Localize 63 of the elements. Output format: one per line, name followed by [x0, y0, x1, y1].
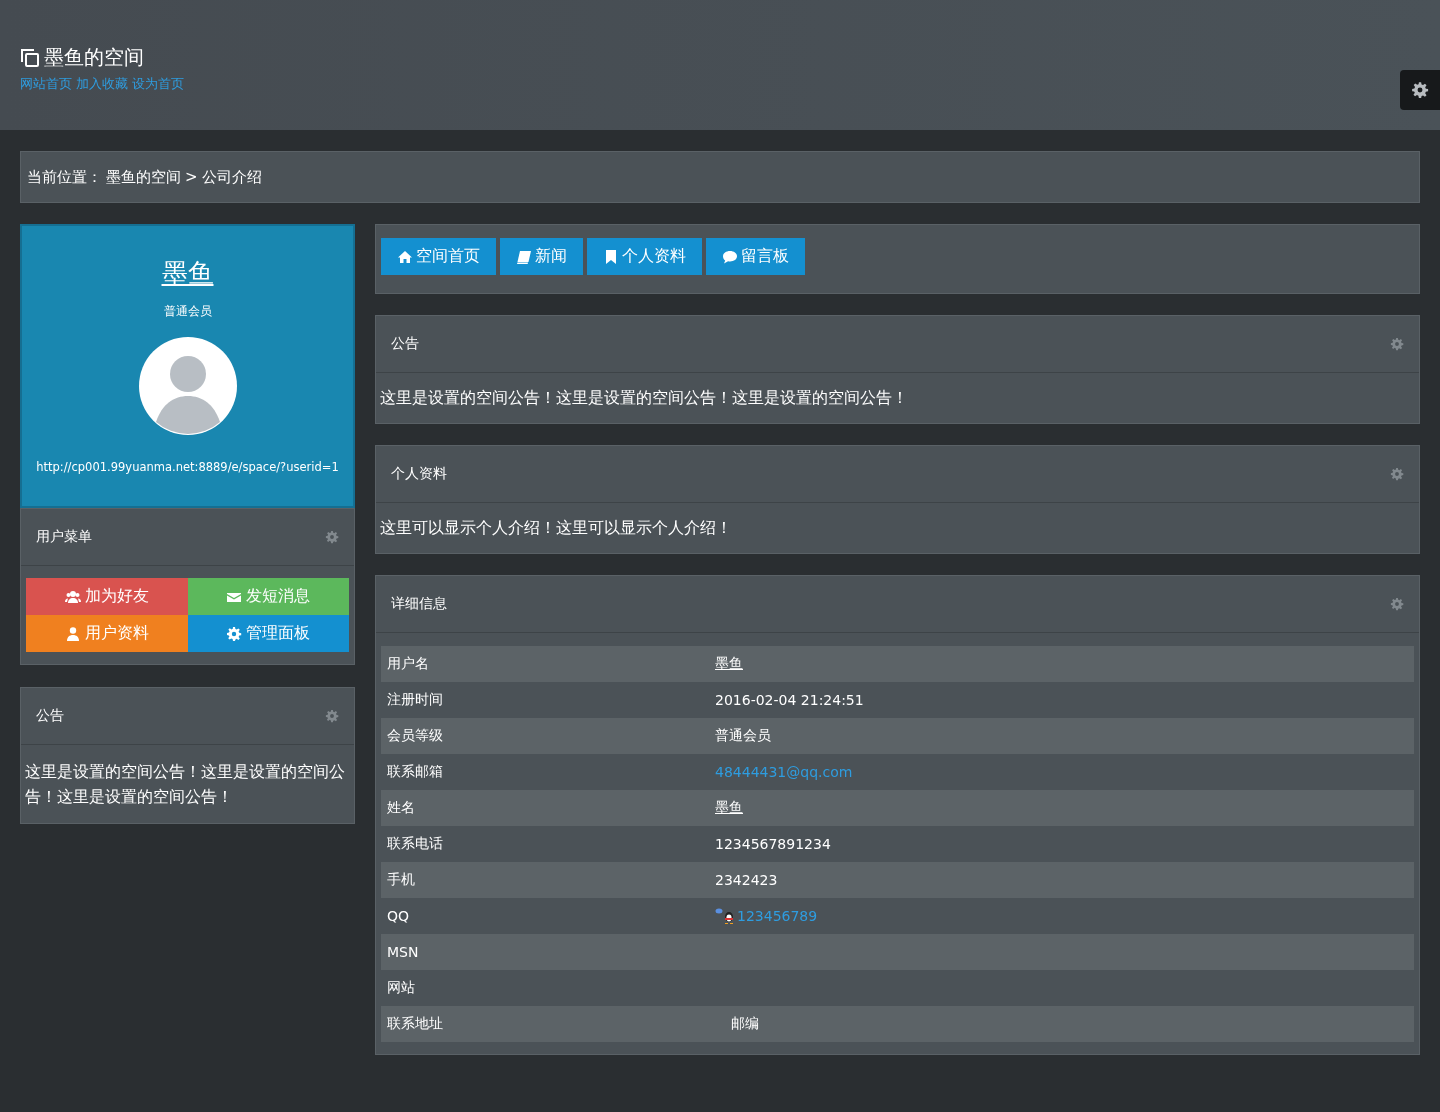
- bookmark-icon: [603, 248, 619, 265]
- row-label: 注册时间: [386, 691, 444, 709]
- panel-text: 这里是设置的空间公告！这里是设置的空间公告！这里是设置的空间公告！: [379, 386, 909, 409]
- menu-button[interactable]: 发短消息: [187, 578, 349, 615]
- row-value: 墨鱼: [715, 655, 743, 673]
- speech-bubble-icon: [722, 248, 738, 265]
- header-link[interactable]: 网站首页: [20, 75, 72, 93]
- panel-title: 公告: [391, 335, 419, 353]
- panel-title: 详细信息: [391, 595, 447, 613]
- settings-icon[interactable]: [1390, 597, 1404, 611]
- header-link[interactable]: 设为首页: [132, 75, 184, 93]
- home-icon: [397, 248, 413, 265]
- nav-button[interactable]: 新闻: [500, 238, 583, 275]
- settings-button[interactable]: [1400, 70, 1440, 110]
- settings-icon: [226, 625, 243, 642]
- qq-link[interactable]: 123456789: [737, 908, 818, 924]
- breadcrumb-label: 当前位置：: [27, 167, 102, 187]
- user-icon: [64, 625, 81, 642]
- menu-button[interactable]: 加为好友: [26, 578, 188, 615]
- avatar-icon: [137, 336, 238, 436]
- menu-button[interactable]: 管理面板: [187, 615, 349, 652]
- space-url: http://cp001.99yuanma.net:8889/e/space/?userid=1: [36, 460, 339, 474]
- row-label: 姓名: [386, 799, 416, 817]
- breadcrumb-link[interactable]: 墨鱼的空间: [106, 167, 181, 187]
- row-value: 墨鱼: [715, 799, 743, 817]
- panel-title: 用户菜单: [36, 528, 92, 546]
- panel-title: 公告: [36, 707, 64, 725]
- settings-icon[interactable]: [1390, 467, 1404, 481]
- user-name[interactable]: 墨鱼: [161, 256, 214, 291]
- settings-icon[interactable]: [325, 709, 339, 723]
- settings-icon[interactable]: [325, 530, 339, 544]
- book-icon: [516, 248, 532, 265]
- row-label: QQ: [386, 908, 411, 924]
- row-label: 联系地址: [386, 1015, 444, 1033]
- copy-icon: [20, 47, 40, 68]
- row-label: 会员等级: [386, 727, 444, 745]
- row-label: 联系电话: [386, 835, 444, 853]
- row-label: 网站: [386, 979, 416, 997]
- row-value: 2016-02-04 21:24:51: [715, 692, 864, 708]
- row-label: 用户名: [386, 655, 430, 673]
- row-value: 普通会员: [715, 727, 771, 745]
- breadcrumb-link[interactable]: 公司介绍: [201, 167, 262, 187]
- menu-button[interactable]: 用户资料: [26, 615, 188, 652]
- settings-icon[interactable]: [1390, 337, 1404, 351]
- settings-icon: [1411, 81, 1429, 99]
- row-value: 1234567891234: [715, 836, 831, 852]
- row-label: 联系邮箱: [386, 763, 444, 781]
- nav-button[interactable]: 个人资料: [587, 238, 702, 275]
- breadcrumb-separator: >: [185, 168, 198, 186]
- row-value: 2342423: [715, 872, 778, 888]
- header-link[interactable]: 加入收藏: [76, 75, 128, 93]
- nav-button[interactable]: 空间首页: [381, 238, 496, 275]
- group-icon: [64, 588, 81, 605]
- row-label: MSN: [386, 944, 420, 960]
- notice-text: 这里是设置的空间公告！这里是设置的空间公告！这里是设置的空间公告！: [24, 761, 346, 808]
- panel-text: 这里可以显示个人介绍！这里可以显示个人介绍！: [379, 516, 733, 539]
- row-label: 邮编: [731, 1015, 759, 1033]
- email-link[interactable]: 48444431@qq.com: [715, 764, 853, 780]
- nav-button[interactable]: 留言板: [706, 238, 805, 275]
- panel-title: 个人资料: [391, 465, 447, 483]
- site-title: 墨鱼的空间: [44, 44, 144, 71]
- member-level: 普通会员: [163, 303, 212, 320]
- row-label: 手机: [386, 871, 416, 889]
